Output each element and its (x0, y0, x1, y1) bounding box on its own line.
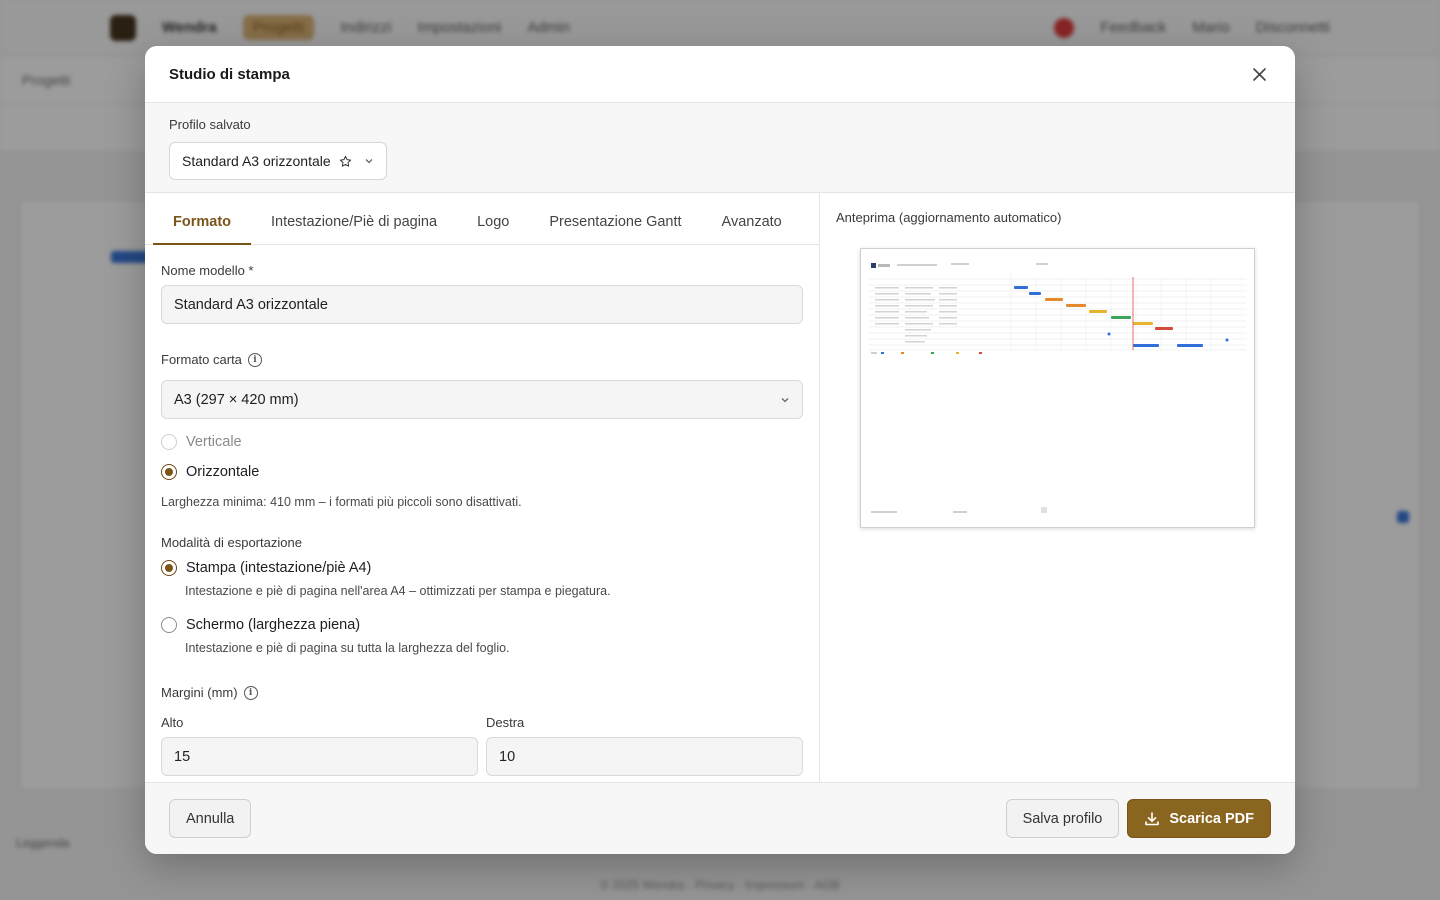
close-icon (1252, 67, 1266, 81)
orientation-hint: Larghezza minima: 410 mm – i formati più… (161, 495, 522, 509)
download-icon (1145, 811, 1160, 825)
tab-logo[interactable]: Logo (457, 214, 529, 244)
saved-profile-label: Profilo salvato (169, 117, 251, 132)
tab-intestazione[interactable]: Intestazione/Piè di pagina (251, 214, 457, 244)
preview-label: Anteprima (aggiornamento automatico) (836, 210, 1062, 225)
dialog-header: Studio di stampa (145, 46, 1295, 103)
orientation-landscape-label: Orizzontale (186, 464, 260, 480)
paper-format-select[interactable]: A3 (297 × 420 mm) (161, 380, 803, 419)
export-mode-screen-description: Intestazione e piè di pagina su tutta la… (185, 641, 510, 655)
paper-format-label: Formato carta (161, 352, 242, 367)
template-name-value: Standard A3 orizzontale (174, 296, 328, 313)
template-name-label: Nome modello * (161, 263, 254, 278)
margin-right-input[interactable]: 10 (486, 737, 803, 776)
export-mode-print-radio[interactable] (161, 560, 177, 576)
dialog-footer: Annulla Salva profilo Scarica PDF (145, 782, 1295, 854)
saved-profile-select[interactable]: Standard A3 orizzontale (169, 142, 387, 180)
chevron-down-icon (781, 397, 789, 402)
tab-formato[interactable]: Formato (153, 214, 251, 245)
star-icon (339, 155, 351, 167)
tab-avanzato[interactable]: Avanzato (702, 214, 802, 244)
orientation-portrait-label: Verticale (186, 434, 242, 450)
saved-profile-value: Standard A3 orizzontale (182, 153, 331, 169)
orientation-landscape-radio[interactable] (161, 464, 177, 480)
orientation-portrait-radio[interactable] (161, 434, 177, 450)
settings-tabs: Formato Intestazione/Piè di pagina Logo … (145, 193, 819, 245)
close-button[interactable] (1247, 62, 1271, 86)
orientation-portrait-option[interactable]: Verticale (161, 434, 803, 450)
chevron-down-icon (365, 159, 373, 164)
tab-presentazione-gantt[interactable]: Presentazione Gantt (529, 214, 701, 244)
export-mode-print-description: Intestazione e piè di pagina nell'area A… (185, 584, 611, 598)
orientation-landscape-option[interactable]: Orizzontale (161, 464, 803, 480)
gantt-preview-image (869, 263, 1246, 513)
margin-right-value: 10 (499, 748, 516, 765)
pdf-preview-thumbnail (860, 248, 1255, 528)
format-form: Nome modello * Standard A3 orizzontale F… (145, 245, 819, 776)
download-pdf-label: Scarica PDF (1169, 810, 1254, 827)
margins-label: Margini (mm) (161, 685, 238, 700)
settings-pane: Formato Intestazione/Piè di pagina Logo … (145, 193, 820, 782)
export-mode-label: Modalità di esportazione (161, 535, 302, 550)
margin-right-label: Destra (486, 715, 525, 730)
export-mode-screen-label: Schermo (larghezza piena) (186, 617, 361, 633)
export-mode-print-option[interactable]: Stampa (intestazione/piè A4) (161, 560, 803, 576)
margin-top-label: Alto (161, 715, 184, 730)
template-name-input[interactable]: Standard A3 orizzontale (161, 285, 803, 324)
margin-top-value: 15 (174, 748, 191, 765)
dialog-title: Studio di stampa (169, 65, 290, 83)
export-mode-print-label: Stampa (intestazione/piè A4) (186, 560, 372, 576)
export-mode-screen-option[interactable]: Schermo (larghezza piena) (161, 617, 803, 633)
print-studio-dialog: Studio di stampa Profilo salvato Standar… (145, 46, 1295, 854)
info-icon[interactable]: i (247, 352, 262, 367)
margin-top-input[interactable]: 15 (161, 737, 478, 776)
paper-format-value: A3 (297 × 420 mm) (174, 391, 299, 408)
export-mode-screen-radio[interactable] (161, 617, 177, 633)
download-pdf-button[interactable]: Scarica PDF (1127, 799, 1271, 838)
cancel-button[interactable]: Annulla (169, 799, 252, 838)
saved-profile-section: Profilo salvato Standard A3 orizzontale (145, 103, 1295, 193)
save-profile-button[interactable]: Salva profilo (1005, 799, 1120, 838)
info-icon[interactable]: i (243, 685, 258, 700)
